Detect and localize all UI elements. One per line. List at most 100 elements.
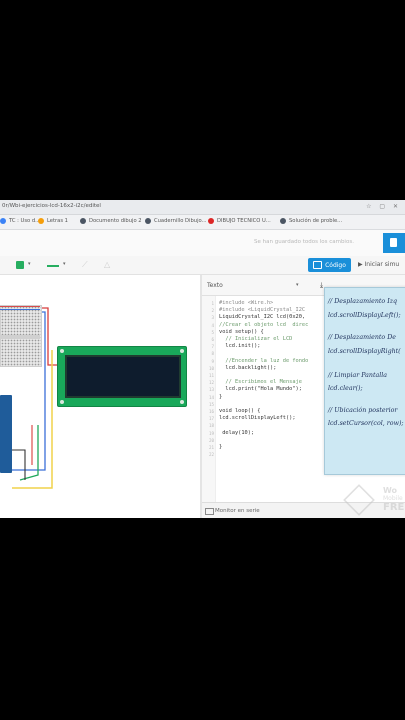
watermark-text: Mobile	[383, 495, 403, 502]
line-number: 15	[208, 401, 214, 407]
code-line: }	[219, 444, 223, 450]
document-icon	[390, 238, 397, 247]
bookmark-label: Solución de proble...	[289, 218, 343, 224]
note-line: // Limpiar Pantalla	[328, 372, 388, 379]
line-number: 8	[211, 351, 214, 357]
lcd-display	[65, 355, 181, 398]
bookmark-label: TC : Uso d...	[9, 218, 41, 224]
breadboard-rail	[0, 309, 40, 310]
bookmark-item[interactable]: Letras 1	[38, 218, 68, 224]
bookmark-label: Letras 1	[47, 218, 68, 224]
code-line: lcd.print("Hola Mundo");	[219, 386, 302, 393]
line-number: 4	[211, 322, 214, 328]
app-screen: 0r/Wbi-ejercicios-lcd-16x2-i2c/editel ☆ …	[0, 200, 405, 518]
chevron-down-icon[interactable]: ▾	[296, 282, 299, 288]
line-number: 22	[208, 452, 214, 458]
line-number: 11	[208, 373, 214, 378]
editor-mode-select[interactable]: Texto	[207, 282, 223, 289]
monitor-icon	[205, 508, 214, 515]
chevron-down-icon[interactable]: ▾	[28, 261, 31, 267]
code-button[interactable]: Código	[308, 258, 351, 272]
line-number: 14	[208, 394, 214, 400]
line-number: 6	[211, 337, 214, 342]
note-line: // Desplazamiento De	[328, 334, 396, 341]
code-line: //Encender la luz de fondo	[219, 357, 309, 364]
code-line: delay(10);	[219, 429, 255, 436]
bookmark-favicon-icon	[280, 218, 286, 224]
document-button[interactable]	[383, 233, 405, 253]
code-line: lcd.init();	[219, 343, 261, 350]
code-button-label: Código	[325, 261, 346, 269]
watermark-text: FRE	[383, 502, 405, 513]
code-line: void setup() {	[219, 328, 264, 335]
bookmarks-bar: TC : Uso d... Letras 1 Documento dibujo 2 C…	[0, 215, 405, 230]
download-icon[interactable]: ⤓	[320, 281, 323, 290]
line-number: 16	[208, 409, 214, 414]
bookmark-favicon-icon	[80, 218, 86, 224]
bookmark-item[interactable]: DIBUJO TECNICO U...	[208, 218, 271, 224]
mount-hole	[60, 400, 64, 404]
code-icon	[313, 261, 323, 269]
arduino-board[interactable]	[0, 395, 12, 473]
note-line: lcd.setCursor(col, row);	[328, 420, 404, 427]
save-status: Se han guardado todos los cambios.	[254, 239, 354, 245]
note-line: lcd.clear();	[328, 385, 363, 392]
bookmark-item[interactable]: Documento dibujo 2	[80, 218, 142, 224]
bookmark-label: Documento dibujo 2	[89, 218, 142, 224]
breadboard-divider	[0, 335, 40, 339]
line-number: 2	[211, 308, 214, 314]
mount-hole	[180, 400, 184, 404]
app-logo-icon	[343, 484, 375, 516]
bookmark-label: DIBUJO TECNICO U...	[217, 218, 271, 224]
code-line: }	[219, 393, 223, 400]
note-line: lcd.scrollDisplayLeft();	[328, 312, 401, 319]
note-line: // Desplazamiento Izq	[328, 298, 398, 305]
code-line: // Escribimos el Mensaje	[219, 379, 302, 386]
line-number: 17	[208, 416, 214, 422]
circuit-canvas[interactable]	[0, 275, 200, 518]
simulate-label: Iniciar simu	[364, 261, 400, 268]
bookmark-favicon-icon	[38, 218, 44, 224]
line-number: 10	[208, 365, 214, 371]
start-simulation-button[interactable]: ▶ Iniciar simu	[358, 261, 399, 268]
toolbar: ▾ ▾ ⟋ △ Código ▶ Iniciar simu	[0, 256, 405, 275]
line-number: 1	[211, 301, 214, 306]
code-line: // Inicializar el LCD	[219, 336, 293, 342]
line-number: 18	[208, 423, 214, 429]
lcd-16x2-module[interactable]	[57, 346, 187, 407]
line-number: 13	[208, 387, 214, 393]
header-bar: Se han guardado todos los cambios.	[0, 230, 405, 256]
notes-overlay: // Desplazamiento Izq lcd.scrollDisplayLe…	[324, 287, 405, 475]
code-line: lcd.backlight();	[219, 364, 277, 371]
chevron-down-icon[interactable]: ▾	[63, 261, 66, 267]
wire-style-icon[interactable]	[47, 265, 59, 267]
bookmark-item[interactable]: TC : Uso d...	[0, 218, 40, 224]
browser-address-bar[interactable]: 0r/Wbi-ejercicios-lcd-16x2-i2c/editel ☆ …	[0, 200, 405, 215]
line-number: 5	[211, 329, 214, 335]
mount-hole	[180, 349, 184, 353]
bookmark-item[interactable]: Cuadernillo Dibujo...	[145, 218, 207, 224]
url-text[interactable]: 0r/Wbi-ejercicios-lcd-16x2-i2c/editel	[2, 203, 101, 209]
mount-hole	[60, 349, 64, 353]
bookmark-favicon-icon	[0, 218, 6, 224]
line-number: 20	[208, 437, 214, 443]
flip-icon[interactable]: ⟋	[82, 260, 88, 270]
code-line: #include <LiquidCrystal_I2C	[219, 307, 306, 314]
bookmark-favicon-icon	[145, 218, 151, 224]
code-line: void loop() {	[219, 408, 261, 414]
code-line: #include <Wire.h>	[219, 300, 274, 306]
code-line: LiquidCrystal_I2C lcd(0x20,	[219, 314, 306, 321]
watermark-logo: Wo Mobile FRE	[343, 483, 405, 517]
line-number: 9	[211, 358, 214, 364]
bookmark-item[interactable]: Solución de proble...	[280, 218, 342, 224]
color-picker-icon[interactable]	[16, 261, 24, 269]
mirror-icon[interactable]: △	[104, 260, 110, 269]
line-number: 12	[208, 380, 214, 386]
watermark-text: Wo	[383, 486, 398, 495]
line-number: 3	[211, 315, 214, 321]
browser-actions-icon[interactable]: ☆ ▢ ✕	[366, 203, 401, 210]
code-line: //Crear el objeto lcd direc	[219, 321, 309, 328]
code-line: lcd.scrollDisplayLeft();	[219, 415, 296, 422]
line-number: 7	[211, 344, 214, 350]
bookmark-favicon-icon	[208, 218, 214, 224]
